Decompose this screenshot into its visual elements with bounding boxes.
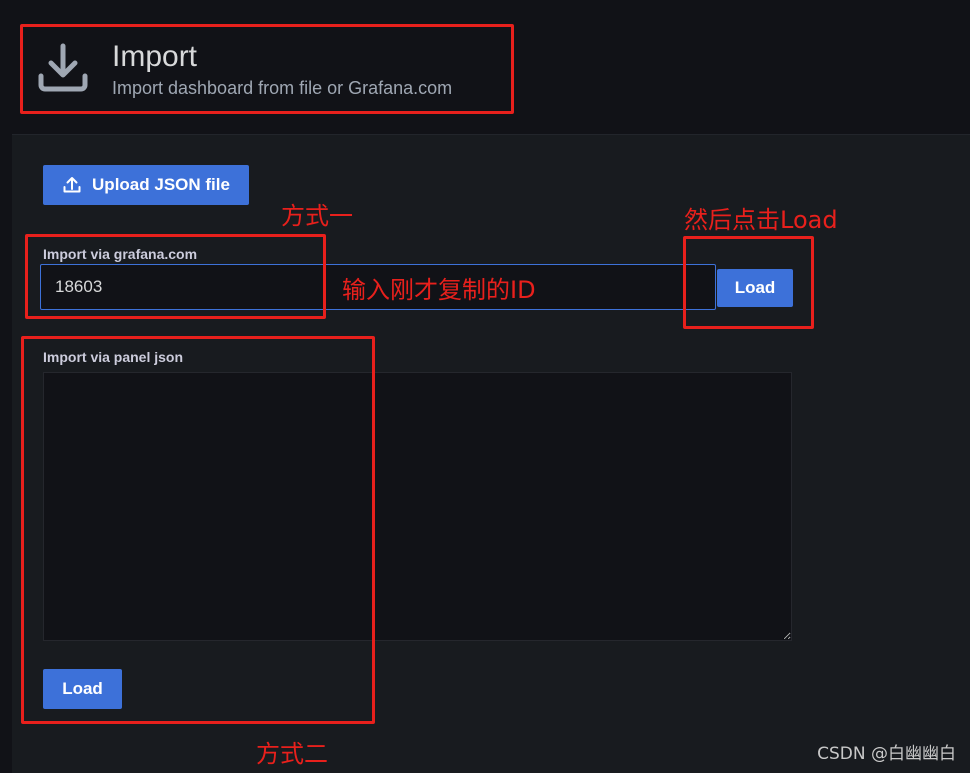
upload-json-button[interactable]: Upload JSON file <box>43 165 249 205</box>
load-highlight-box <box>683 236 814 329</box>
method-one-highlight-box <box>25 234 326 319</box>
upload-icon <box>63 177 81 193</box>
watermark: CSDN @白幽幽白 <box>817 744 956 764</box>
input-id-annotation: 输入刚才复制的ID <box>342 276 536 304</box>
method-one-annotation: 方式一 <box>281 202 353 230</box>
upload-button-label: Upload JSON file <box>92 175 230 194</box>
method-two-highlight-box <box>21 336 375 724</box>
click-load-annotation: 然后点击Load <box>684 206 838 234</box>
header-highlight-box <box>20 24 514 114</box>
method-two-annotation: 方式二 <box>256 740 328 768</box>
